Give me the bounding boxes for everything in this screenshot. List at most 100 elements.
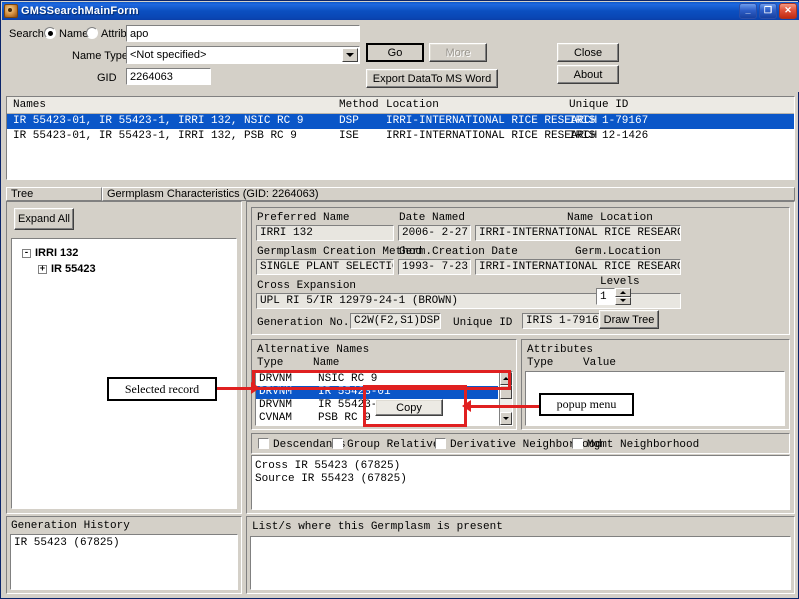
radio-search-name[interactable] xyxy=(44,27,56,39)
generation-history-list[interactable]: IR 55423 (67825) xyxy=(10,534,238,590)
context-menu-copy-label: Copy xyxy=(396,401,422,414)
about-button-label: About xyxy=(573,68,603,81)
close-button-label: Close xyxy=(573,46,603,59)
scroll-down-icon[interactable] xyxy=(500,412,512,425)
more-button[interactable]: More xyxy=(429,43,487,62)
annotation-arrow-head-selected-record xyxy=(251,382,260,394)
annotation-selected-record: Selected record xyxy=(107,377,217,401)
preferred-name-label: Preferred Name xyxy=(257,212,350,224)
date-named-field[interactable]: 2006- 2-27 xyxy=(398,225,471,241)
cell-method: DSP xyxy=(339,115,359,127)
gid-input[interactable]: 2264063 xyxy=(126,68,211,85)
gid-label: GID xyxy=(97,72,117,84)
table-row[interactable]: IR 55423-01, IR 55423-1, IRRI 132, PSB R… xyxy=(7,129,794,144)
alt-name-type: DRVNM xyxy=(259,399,293,411)
pedigree-source: Source IR 55423 (67825) xyxy=(255,473,407,485)
list-item[interactable]: IR 55423 (67825) xyxy=(14,537,234,549)
annotation-arrow-line-selected-record xyxy=(217,387,253,390)
expand-all-button[interactable]: Expand All xyxy=(14,208,74,230)
alt-col-type: Type xyxy=(257,357,284,369)
draw-tree-button-label: Draw Tree xyxy=(603,313,655,326)
tab-germplasm-characteristics[interactable]: Germplasm Characteristics (GID: 2264063) xyxy=(102,187,795,201)
tree-node-ir-55423[interactable]: + IR 55423 xyxy=(38,263,96,275)
annotation-arrow-line-popup-menu xyxy=(471,405,539,408)
name-type-value: <Not specified> xyxy=(130,49,207,61)
application-window: GMSSearchMainForm _ ❐ ✕ Search Name Attr… xyxy=(0,0,799,599)
pedigree-line: Source IR 55423 (67825) xyxy=(252,473,789,486)
search-query-input[interactable]: apo xyxy=(126,25,360,42)
cell-method: ISE xyxy=(339,130,359,142)
levels-spinner[interactable] xyxy=(615,288,631,305)
levels-field[interactable]: 1 xyxy=(596,288,615,305)
name-location-field[interactable]: IRRI-INTERNATIONAL RICE RESEARC xyxy=(475,225,681,241)
lists-panel-list[interactable] xyxy=(250,536,791,590)
annotation-selected-record-label: Selected record xyxy=(124,381,200,396)
chevron-down-icon[interactable] xyxy=(342,48,358,62)
germplasm-detail-panel: Preferred Name Date Named Name Location … xyxy=(246,201,795,514)
annotation-popup-menu: popup menu xyxy=(539,393,634,416)
checkbox-group-relatives[interactable] xyxy=(332,438,343,449)
column-header-unique-id: Unique ID xyxy=(569,99,629,111)
tree-panel: Expand All - IRRI 132 + IR 55423 xyxy=(6,201,242,514)
results-header-row: Names Method Location Unique ID xyxy=(7,97,794,114)
expand-icon[interactable]: + xyxy=(38,264,47,274)
checkbox-mgmt-neighborhood[interactable] xyxy=(572,438,583,449)
germplasm-tree[interactable]: - IRRI 132 + IR 55423 xyxy=(11,238,237,509)
cell-names: IR 55423-01, IR 55423-1, IRRI 132, NSIC … xyxy=(13,115,304,127)
spinner-down-icon[interactable] xyxy=(615,296,631,305)
radio-search-attribute[interactable] xyxy=(86,27,98,39)
more-button-label: More xyxy=(445,46,471,59)
draw-tree-button[interactable]: Draw Tree xyxy=(599,310,659,329)
attr-col-value: Value xyxy=(583,357,617,369)
cell-unique-id: IRIS 1-79167 xyxy=(569,115,649,127)
creation-date-label: Germ.Creation Date xyxy=(399,246,518,258)
generation-no-label: Generation No. xyxy=(257,317,350,329)
generation-no-field[interactable]: C2W(F2,S1)DSP xyxy=(350,313,441,329)
pedigree-textarea[interactable]: Cross IR 55423 (67825) Source IR 55423 (… xyxy=(251,455,790,510)
go-button-label: Go xyxy=(387,46,403,59)
checkbox-descendants[interactable] xyxy=(258,438,269,449)
export-data-button[interactable]: Export DataTo MS Word xyxy=(366,69,498,88)
search-panel: Search Name Attribute apo Name Type <Not… xyxy=(2,20,799,92)
attr-col-type: Type xyxy=(527,357,554,369)
cell-location: IRRI-INTERNATIONAL RICE RESEARCH xyxy=(386,115,598,127)
name-location-label: Name Location xyxy=(567,212,653,224)
name-type-combo[interactable]: <Not specified> xyxy=(126,46,360,64)
attributes-title: Attributes xyxy=(527,344,594,356)
maximize-button[interactable]: ❐ xyxy=(759,3,777,19)
generation-history-title: Generation History xyxy=(11,520,130,532)
annotation-popup-menu-label: popup menu xyxy=(556,397,617,411)
date-named-label: Date Named xyxy=(399,212,466,224)
close-button[interactable]: Close xyxy=(557,43,619,62)
tab-strip: Tree Germplasm Characteristics (GID: 226… xyxy=(6,187,795,201)
column-header-names: Names xyxy=(13,99,47,111)
cell-location: IRRI-INTERNATIONAL RICE RESEARCH xyxy=(386,130,598,142)
title-bar: GMSSearchMainForm _ ❐ ✕ xyxy=(2,2,799,20)
table-row[interactable]: IR 55423-01, IR 55423-1, IRRI 132, NSIC … xyxy=(7,114,794,129)
export-data-button-label: Export DataTo MS Word xyxy=(372,72,492,85)
checkbox-mgmt-neighborhood-label: Mgmt Neighborhood xyxy=(587,439,700,451)
context-menu-copy-button[interactable]: Copy xyxy=(375,399,443,416)
search-results-grid[interactable]: Names Method Location Unique ID IR 55423… xyxy=(6,96,795,180)
go-button[interactable]: Go xyxy=(366,43,424,62)
collapse-icon[interactable]: - xyxy=(22,248,31,258)
minimize-button[interactable]: _ xyxy=(739,3,757,19)
cell-names: IR 55423-01, IR 55423-1, IRRI 132, PSB R… xyxy=(13,130,297,142)
tab-tree[interactable]: Tree xyxy=(6,187,102,201)
creation-method-field[interactable]: SINGLE PLANT SELECTION SF xyxy=(256,259,394,275)
preferred-name-field[interactable]: IRRI 132 xyxy=(256,225,394,241)
tree-node-label: IRRI 132 xyxy=(35,247,79,259)
creation-date-field[interactable]: 1993- 7-23 xyxy=(398,259,471,275)
tree-node-label: IR 55423 xyxy=(51,263,96,275)
germ-location-field[interactable]: IRRI-INTERNATIONAL RICE RESEARC xyxy=(475,259,681,275)
generation-history-panel: Generation History IR 55423 (67825) xyxy=(6,516,242,594)
about-button[interactable]: About xyxy=(557,65,619,84)
spinner-up-icon[interactable] xyxy=(615,288,631,297)
cell-unique-id: IRIS 12-1426 xyxy=(569,130,649,142)
close-icon: ✕ xyxy=(784,4,792,15)
window-controls: _ ❐ ✕ xyxy=(739,3,797,19)
annotation-arrow-head-popup-menu xyxy=(462,400,471,412)
close-window-button[interactable]: ✕ xyxy=(779,3,797,19)
tree-node-irri-132[interactable]: - IRRI 132 xyxy=(22,247,78,259)
checkbox-derivative-neighborhood[interactable] xyxy=(435,438,446,449)
